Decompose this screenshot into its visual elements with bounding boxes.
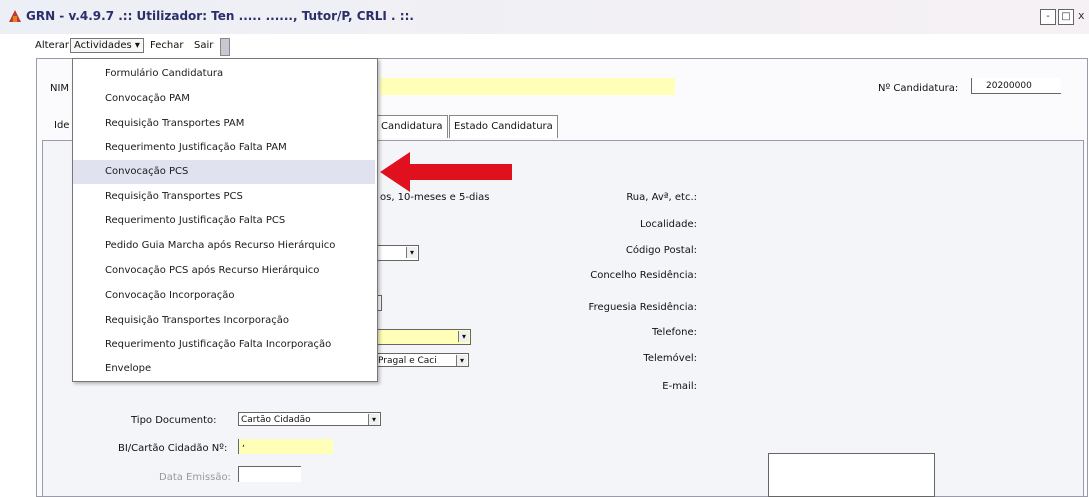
- data-emissao-label: Data Emissão:: [159, 472, 231, 483]
- chevron-down-icon: ▾: [368, 414, 379, 425]
- data-emissao-field[interactable]: [238, 466, 301, 482]
- label-email: E-mail:: [662, 381, 697, 392]
- window-title: GRN - v.4.9.7 .:: Utilizador: Ten ..... …: [26, 9, 414, 23]
- tab-candidatura[interactable]: Candidatura: [376, 115, 448, 138]
- parish-select[interactable]: Pragal e Caci ▾: [375, 353, 469, 367]
- menu-actividades[interactable]: Actividades ▾: [70, 38, 144, 53]
- actividades-dropdown: Formulário Candidatura Convocação PAM Re…: [72, 58, 378, 382]
- menu-item-guia-marcha-recurso[interactable]: Pedido Guia Marcha após Recurso Hierárqu…: [73, 234, 375, 258]
- name-field[interactable]: [380, 78, 675, 95]
- label-localidade: Localidade:: [639, 219, 697, 230]
- candidatura-field[interactable]: 20200000: [971, 78, 1061, 94]
- menu-item-convocacao-incorporacao[interactable]: Convocação Incorporação: [73, 284, 375, 308]
- menu-item-requisicao-transportes-pam[interactable]: Requisição Transportes PAM: [73, 112, 375, 136]
- menu-item-requisicao-transportes-incorporacao[interactable]: Requisição Transportes Incorporação: [73, 309, 375, 333]
- label-freguesia: Freguesia Residência:: [588, 302, 697, 313]
- parish-value: Pragal e Caci: [378, 356, 437, 366]
- label-telefone: Telefone:: [652, 327, 697, 338]
- menu-item-envelope[interactable]: Envelope: [73, 357, 375, 381]
- label-concelho: Concelho Residência:: [590, 270, 697, 281]
- tab-identificacao[interactable]: Ide: [50, 115, 73, 137]
- label-rua: Rua, Avª, etc.:: [626, 192, 697, 203]
- chevron-down-icon: ▾: [406, 247, 417, 258]
- chevron-down-icon: ▾: [456, 355, 467, 366]
- label-telemovel: Telemóvel:: [643, 353, 697, 364]
- maximize-button[interactable]: □: [1058, 9, 1074, 25]
- menu-item-requisicao-transportes-pcs[interactable]: Requisição Transportes PCS: [73, 185, 375, 209]
- tipo-documento-label: Tipo Documento:: [131, 415, 217, 426]
- bi-label: BI/Cartão Cidadão Nº:: [118, 443, 228, 454]
- photo-box: [768, 453, 935, 497]
- menu-item-convocacao-pam[interactable]: Convocação PAM: [73, 87, 375, 111]
- label-codigo-postal: Código Postal:: [625, 245, 697, 256]
- menu-fechar[interactable]: Fechar: [150, 40, 183, 51]
- tipo-documento-value: Cartão Cidadão: [241, 415, 311, 425]
- red-arrow-icon: [380, 152, 512, 192]
- menu-item-formulario-candidatura[interactable]: Formulário Candidatura: [73, 62, 375, 86]
- menu-item-convocacao-pcs[interactable]: Convocação PCS: [73, 160, 375, 184]
- tipo-documento-select[interactable]: Cartão Cidadão ▾: [238, 412, 381, 426]
- tab-estado-candidatura[interactable]: Estado Candidatura: [449, 115, 558, 138]
- nim-label: NIM: [50, 83, 70, 94]
- bi-field[interactable]: ,: [238, 439, 333, 454]
- menu-item-convocacao-pcs-recurso[interactable]: Convocação PCS após Recurso Hierárquico: [73, 259, 375, 283]
- yellow-select[interactable]: ▾: [375, 329, 471, 345]
- candidatura-label: Nº Candidatura:: [878, 83, 959, 94]
- menu-alterar[interactable]: Alterar: [35, 40, 69, 51]
- toolbar-handle[interactable]: [220, 38, 230, 56]
- menu-item-requerimento-falta-pcs[interactable]: Requerimento Justificação Falta PCS: [73, 209, 375, 233]
- close-button[interactable]: x: [1078, 9, 1085, 22]
- select-field-1[interactable]: ▾: [375, 245, 419, 261]
- chevron-down-icon: ▾: [458, 331, 469, 342]
- app-icon: [9, 10, 21, 22]
- menu-item-requerimento-falta-pam[interactable]: Requerimento Justificação Falta PAM: [73, 136, 375, 160]
- minimize-button[interactable]: -: [1040, 9, 1056, 25]
- menu-sair[interactable]: Sair: [194, 40, 213, 51]
- menu-item-requerimento-falta-incorporacao[interactable]: Requerimento Justificação Falta Incorpor…: [73, 333, 375, 357]
